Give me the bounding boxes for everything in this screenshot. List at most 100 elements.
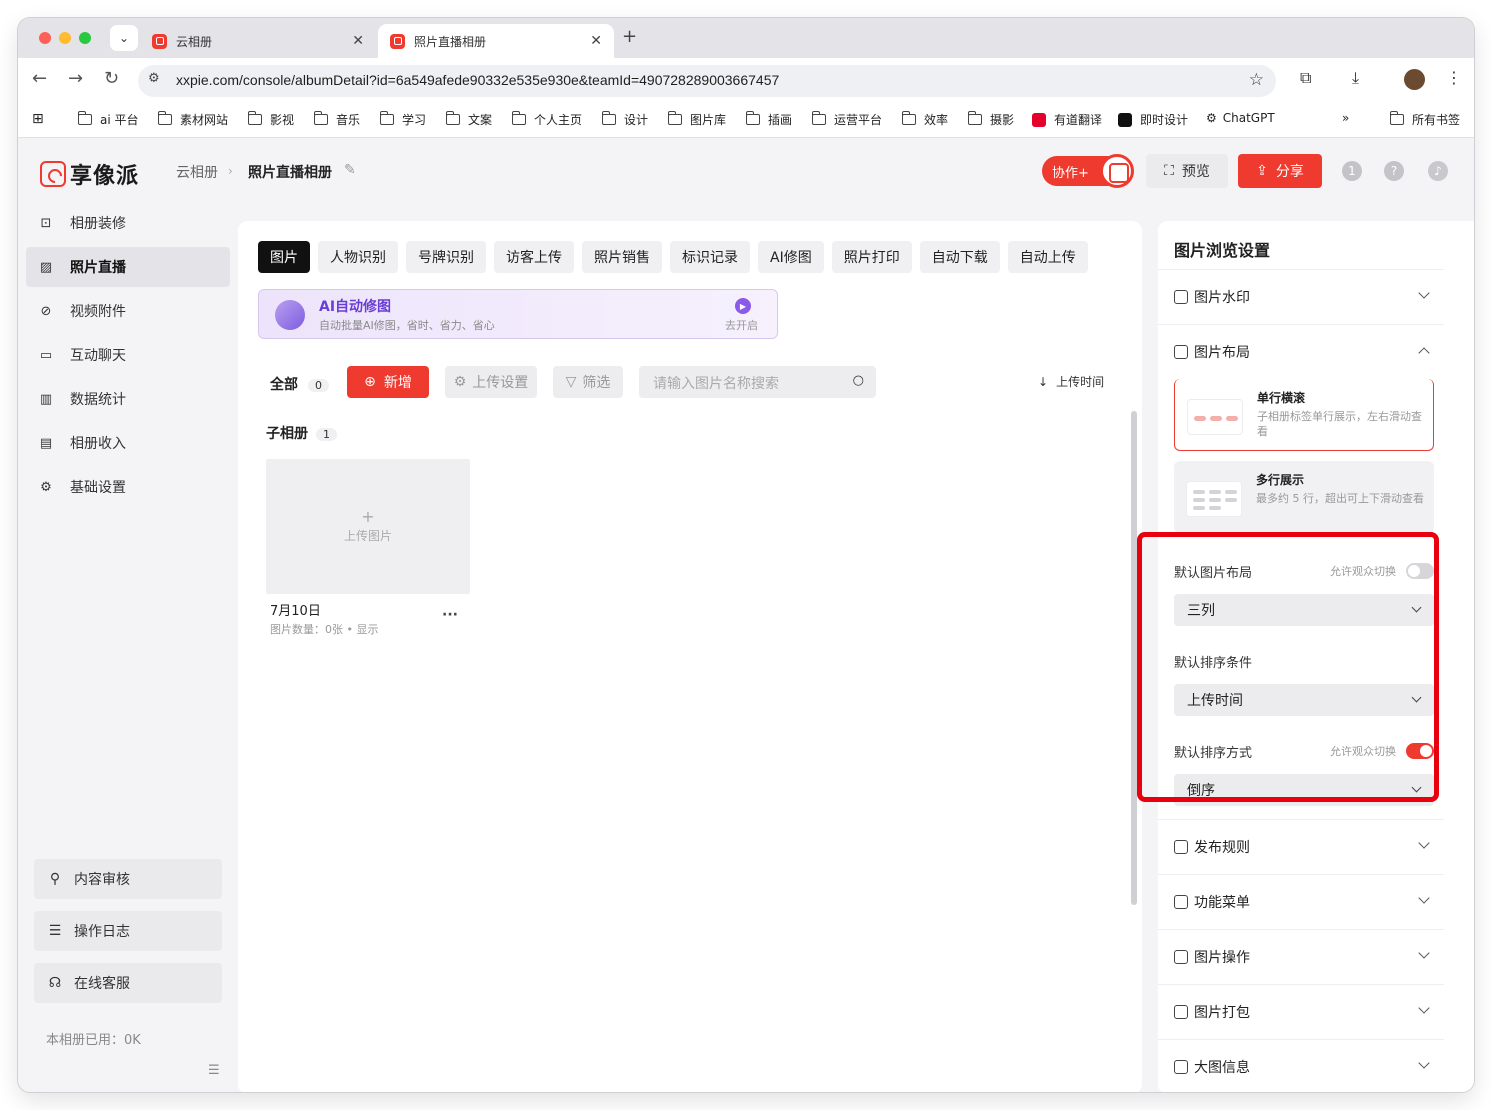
forward-icon[interactable]: → [68,68,83,89]
more-bookmarks-button[interactable]: » [1342,111,1349,125]
bookmark-star-icon[interactable]: ☆ [1249,70,1264,90]
section-publish-rules[interactable]: 发布规则 [1158,819,1444,873]
tab-photos[interactable]: 图片 [258,241,310,273]
section-watermark[interactable]: 图片水印 [1158,269,1444,323]
filter-button[interactable]: ▽ 筛选 [553,366,623,398]
add-button[interactable]: ⊕ 新增 [347,366,429,398]
menu-dots-icon[interactable]: ⋮ [1446,68,1462,87]
sidebar-item-video-attachment[interactable]: ⊘ 视频附件 [26,291,230,331]
tab-bib-recognition[interactable]: 号牌识别 [406,241,486,273]
operation-log-button[interactable]: ☰ 操作日志 [34,911,222,951]
sidebar-item-income[interactable]: ▤ 相册收入 [26,423,230,463]
close-window-button[interactable] [39,32,51,44]
section-photo-actions[interactable]: 图片操作 [1158,929,1444,983]
tab-visitor-upload[interactable]: 访客上传 [494,241,574,273]
online-support-button[interactable]: ☊ 在线客服 [34,963,222,1003]
back-icon[interactable]: ← [32,68,47,89]
bookmark-folder[interactable]: 设计 [601,111,648,128]
sidebar-item-photo-live[interactable]: ▨ 照片直播 [26,247,230,287]
section-photo-packaging[interactable]: 图片打包 [1158,984,1444,1038]
tab-photo-print[interactable]: 照片打印 [831,241,912,273]
bookmark-folder[interactable]: 插画 [745,111,792,128]
scan-icon: ⛶ [1164,163,1174,179]
collapse-sidebar-icon[interactable]: ☰ [208,1063,220,1078]
tab-ai-retouch[interactable]: AI修图 [758,241,824,273]
close-tab-icon[interactable]: ✕ [352,33,364,49]
bookmark-jishi[interactable]: 即时设计 [1118,111,1188,128]
sidebar-item-album-decoration[interactable]: ⊡ 相册装修 [26,203,230,243]
tab-face-recognition[interactable]: 人物识别 [318,241,398,273]
bookmark-all[interactable]: 所有书签 [1389,111,1460,128]
bookmark-youdao[interactable]: 有道翻译 [1032,111,1102,128]
annotation-highlight-box [1137,532,1439,802]
bookmark-folder[interactable]: ai 平台 [77,111,139,128]
preview-button[interactable]: ⛶ 预览 [1146,154,1228,188]
breadcrumb-root[interactable]: 云相册 [176,162,218,182]
sidebar-item-chat[interactable]: ▭ 互动聊天 [26,335,230,375]
section-function-menu[interactable]: 功能菜单 [1158,874,1444,928]
section-large-image-info[interactable]: 大图信息 [1158,1039,1444,1092]
all-filter[interactable]: 全部 0 [270,374,329,394]
sidebar-item-basic-settings[interactable]: ⚙ 基础设置 [26,467,230,507]
ai-retouch-banner[interactable]: AI自动修图 自动批量AI修图，省时、省力、省心 ▶ 去开启 [258,289,778,339]
layout-option-multi-row[interactable]: 多行展示 最多约 5 行，超出可上下滑动查看 [1174,461,1434,533]
tab-auto-upload[interactable]: 自动上传 [1007,241,1088,273]
bookmark-label: 学习 [402,113,427,127]
folder-icon [157,111,172,125]
bookmark-folder[interactable]: 摄影 [967,111,1014,128]
sort-toggle[interactable]: ↓ 上传时间 [1038,373,1104,390]
logo-text: 享像派 [70,164,140,189]
url-text[interactable]: xxpie.com/console/albumDetail?id=6a549af… [176,72,779,88]
user-level-icon[interactable]: 1 [1342,161,1362,181]
minimize-window-button[interactable] [59,32,71,44]
tab-cloud-album[interactable]: 云相册 ✕ [140,24,376,58]
edit-title-icon[interactable]: ✎ [344,162,356,178]
tab-tag-records[interactable]: 标识记录 [670,241,750,273]
sidebar-item-statistics[interactable]: ▥ 数据统计 [26,379,230,419]
bookmark-folder[interactable]: 运营平台 [811,111,882,128]
profile-avatar[interactable] [1404,69,1425,90]
close-tab-icon[interactable]: ✕ [590,33,602,49]
bookmark-folder[interactable]: 学习 [379,111,427,128]
downloads-icon[interactable]: ⤓ [1352,68,1359,88]
search-input[interactable]: 请输入图片名称搜索 ○ [639,366,876,398]
collab-button[interactable]: 协作+ [1042,154,1134,188]
bookmark-chatgpt[interactable]: ⚙ ChatGPT [1206,111,1275,125]
maximize-window-button[interactable] [79,32,91,44]
share-button[interactable]: ⇪ 分享 [1238,154,1322,188]
album-more-button[interactable]: ··· [442,607,458,623]
bookmark-label: 图片库 [690,113,727,127]
play-icon[interactable]: ▶ [735,298,751,314]
help-icon[interactable]: ? [1384,161,1404,181]
reload-icon[interactable]: ↻ [104,68,119,89]
extensions-icon[interactable]: ⧉ [1300,68,1311,88]
layout-option-single-row[interactable]: 单行横滚 子相册标签单行展示，左右滑动查看 [1174,379,1434,451]
bookmark-folder[interactable]: 素材网站 [157,111,228,128]
ai-banner-action[interactable]: 去开启 [725,317,758,333]
bookmark-folder[interactable]: 个人主页 [511,111,582,128]
tab-auto-download[interactable]: 自动下载 [919,241,1000,273]
content-review-button[interactable]: ⚲ 内容审核 [34,859,222,899]
new-tab-button[interactable]: + [622,26,637,47]
logo[interactable]: 享像派 [40,158,139,190]
site-info-icon[interactable]: ⚙ [148,71,160,86]
sub-album-card[interactable]: + 上传图片 [266,459,470,594]
bookmark-folder[interactable]: 文案 [445,111,492,128]
tab-search-button[interactable]: ⌄ [110,25,138,51]
address-bar[interactable]: ⚙ xxpie.com/console/albumDetail?id=6a549… [138,65,1276,97]
ai-banner-title: AI自动修图 [319,299,392,315]
bookmark-folder[interactable]: 图片库 [667,111,727,128]
logo-icon [40,161,66,187]
tab-photo-sales[interactable]: 照片销售 [582,241,662,273]
upload-settings-button[interactable]: ⚙ 上传设置 [445,366,537,398]
section-layout[interactable]: 图片布局 [1158,324,1444,378]
xxpie-favicon-icon [152,33,167,49]
jishi-icon [1118,112,1132,127]
bookmark-folder[interactable]: 效率 [901,111,948,128]
bell-icon[interactable]: ♪ [1428,161,1448,181]
bookmark-folder[interactable]: 音乐 [313,111,360,128]
bookmark-folder[interactable]: 影视 [247,111,294,128]
tab-live-album[interactable]: 照片直播相册 ✕ [378,24,614,58]
apps-grid-icon[interactable]: ⊞ [32,111,44,127]
search-icon[interactable]: ○ [853,373,864,388]
